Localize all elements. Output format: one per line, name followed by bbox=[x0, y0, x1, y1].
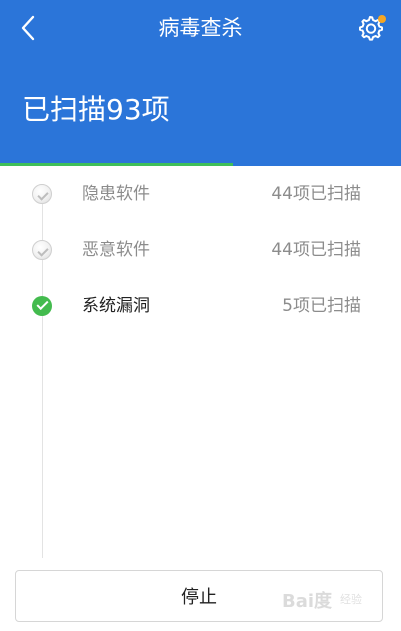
watermark: Bai度 经验 bbox=[282, 581, 394, 621]
status-done-check-icon bbox=[32, 296, 52, 316]
watermark-subtext: 经验 bbox=[340, 593, 362, 606]
notification-dot bbox=[378, 15, 386, 23]
scan-progress-fill bbox=[0, 163, 233, 166]
scan-item-row: 隐患软件 44项已扫描 bbox=[0, 175, 401, 215]
scan-item-name: 恶意软件 bbox=[82, 240, 150, 260]
scan-item-count: 44项已扫描 bbox=[271, 240, 361, 260]
scan-item-name: 隐患软件 bbox=[82, 184, 150, 204]
page-title: 病毒查杀 bbox=[158, 16, 243, 40]
status-pending-icon bbox=[32, 184, 52, 204]
watermark-brand: Bai度 bbox=[282, 591, 333, 612]
status-pending-icon bbox=[32, 240, 52, 260]
scan-item-row: 系统漏洞 5项已扫描 bbox=[0, 287, 401, 327]
scan-progress-bar bbox=[0, 163, 401, 166]
top-bar: 病毒查杀 bbox=[0, 0, 401, 56]
scan-summary: 已扫描93项 bbox=[22, 93, 170, 126]
scan-item-row: 恶意软件 44项已扫描 bbox=[0, 231, 401, 271]
header-banner: 病毒查杀 已扫描93项 bbox=[0, 0, 401, 166]
scan-item-count: 5项已扫描 bbox=[282, 296, 361, 316]
scan-item-count: 44项已扫描 bbox=[271, 184, 361, 204]
scan-item-name: 系统漏洞 bbox=[82, 296, 150, 316]
